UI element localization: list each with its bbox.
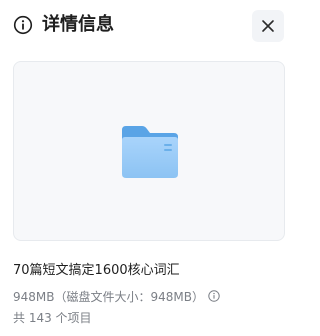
- file-size-row: 948MB（磁盘文件大小：948MB）: [13, 287, 220, 305]
- size-info-icon[interactable]: [208, 290, 220, 302]
- close-button[interactable]: [252, 10, 284, 42]
- info-circle-icon: [13, 15, 33, 35]
- close-icon: [262, 20, 274, 32]
- file-size-text: 948MB（磁盘文件大小：948MB）: [13, 289, 204, 304]
- folder-icon: [122, 126, 178, 178]
- item-count: 共 143 个项目: [13, 311, 92, 325]
- details-panel: 详情信息 70篇短文搞定1600核心词汇 948MB（磁盘文件大小：948MB）: [0, 0, 300, 336]
- file-name: 70篇短文搞定1600核心词汇: [13, 263, 180, 278]
- preview-area: [13, 61, 285, 241]
- panel-title: 详情信息: [42, 14, 114, 35]
- panel-header: 详情信息: [0, 0, 300, 52]
